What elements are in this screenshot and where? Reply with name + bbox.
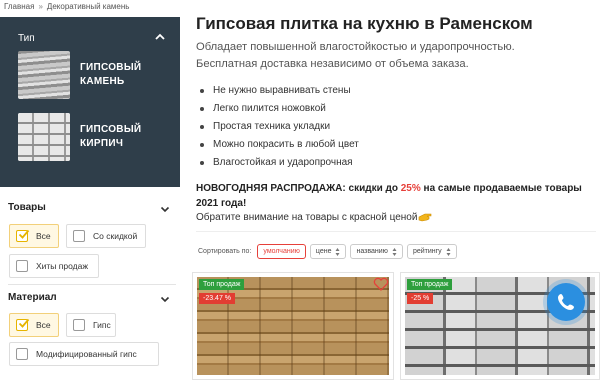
breadcrumb-current[interactable]: Декоративный камень: [47, 2, 130, 11]
top-sales-badge: Топ продаж: [407, 279, 453, 290]
filter-material-modified[interactable]: Модифицированный гипс: [9, 342, 159, 366]
bullet-icon: [200, 125, 204, 129]
sort-option-label: умолчанию: [263, 248, 300, 255]
promo-percent: 25%: [400, 183, 421, 194]
sort-option-label: рейтингу: [412, 248, 442, 255]
feature-text: Простая техника укладки: [213, 121, 331, 132]
product-image[interactable]: [197, 277, 389, 375]
bullet-icon: [200, 107, 204, 111]
checkbox[interactable]: [16, 260, 28, 272]
type-label-line: камень: [80, 76, 125, 87]
top-sales-badge: Топ продаж: [199, 279, 245, 290]
type-item-label: гипсовый кирпич: [80, 123, 141, 151]
sort-arrows-icon: [392, 247, 397, 256]
feature-text: Легко пилится ножовкой: [213, 103, 326, 114]
feature-item: Можно покрасить в любой цвет: [200, 136, 359, 154]
sort-rating-button[interactable]: рейтингу: [406, 244, 457, 259]
sort-name-button[interactable]: названию: [350, 244, 403, 259]
sort-label: Сортировать по:: [198, 248, 252, 255]
sort-option-label: названию: [356, 248, 388, 255]
type-label-line: гипсовый: [80, 124, 142, 135]
type-panel-title: Тип: [18, 33, 35, 44]
feature-item: Простая техника укладки: [200, 118, 359, 136]
filter-divider: [8, 284, 176, 285]
filter-option-label: Все: [36, 231, 51, 241]
filter-goods-title: Товары: [8, 202, 46, 213]
bullet-icon: [200, 89, 204, 93]
chevron-down-icon[interactable]: [160, 204, 170, 214]
type-label-line: кирпич: [80, 138, 124, 149]
type-label-line: гипсовый: [80, 62, 142, 73]
divider: [196, 231, 596, 232]
chevron-down-icon[interactable]: [160, 294, 170, 304]
chevron-up-icon[interactable]: [154, 31, 166, 43]
breadcrumb: Главная » Декоративный камень: [4, 2, 129, 11]
heart-icon[interactable]: [373, 277, 389, 291]
filter-option-label: Гипс: [93, 320, 111, 330]
promo-text: НОВОГОДНЯЯ РАСПРОДАЖА: скидки до: [196, 183, 401, 194]
filter-goods-hits[interactable]: Хиты продаж: [9, 254, 99, 278]
filter-option-label: Все: [36, 320, 51, 330]
checkmark-icon: [18, 318, 30, 328]
filter-material-gypsum[interactable]: Гипс: [66, 313, 116, 337]
feature-list: Не нужно выравнивать стены Легко пилится…: [200, 82, 359, 172]
checkbox[interactable]: [73, 230, 85, 242]
checkbox[interactable]: [16, 229, 30, 242]
promo-note: Обратите внимание на товары с красной це…: [196, 211, 432, 223]
stone-thumbnail: [18, 51, 70, 99]
phone-icon: [558, 294, 574, 310]
filter-option-label: Хиты продаж: [36, 261, 89, 271]
sort-arrows-icon: [446, 247, 451, 256]
checkbox[interactable]: [73, 319, 85, 331]
call-button[interactable]: [547, 283, 585, 321]
promo-note-text: Обратите внимание на товары с красной це…: [196, 211, 418, 223]
promo-banner: НОВОГОДНЯЯ РАСПРОДАЖА: скидки до 25% на …: [196, 181, 596, 211]
sort-default-button[interactable]: умолчанию: [257, 244, 306, 259]
discount-badge: -25 %: [407, 293, 434, 304]
product-card[interactable]: Топ продаж -23.47 %: [192, 272, 394, 380]
sort-arrows-icon: [335, 247, 340, 256]
filter-goods-discount[interactable]: Со скидкой: [66, 224, 146, 248]
feature-item: Не нужно выравнивать стены: [200, 82, 359, 100]
discount-badge: -23.47 %: [199, 293, 236, 304]
type-item-label: гипсовый камень: [80, 61, 141, 89]
feature-item: Легко пилится ножовкой: [200, 100, 359, 118]
breadcrumb-separator: »: [38, 2, 43, 11]
page-subtitle-line: Обладает повышенной влагостойкостью и уд…: [196, 41, 515, 53]
checkmark-icon: [18, 229, 30, 239]
sort-option-label: цене: [315, 248, 332, 255]
bullet-icon: [200, 161, 204, 165]
feature-text: Влагостойкая и ударопрочная: [213, 157, 353, 168]
page-subtitle-line: Бесплатная доставка независимо от объема…: [196, 58, 469, 70]
filter-material-all[interactable]: Все: [9, 313, 59, 337]
feature-item: Влагостойкая и ударопрочная: [200, 154, 359, 172]
bullet-icon: [200, 143, 204, 147]
filter-option-label: Со скидкой: [93, 231, 138, 241]
filter-option-label: Модифицированный гипс: [36, 349, 137, 359]
filter-material-title: Материал: [8, 292, 57, 303]
sort-bar: Сортировать по: умолчанию цене названию …: [198, 244, 457, 259]
checkbox[interactable]: [16, 348, 28, 360]
page-title: Гипсовая плитка на кухню в Раменском: [196, 14, 533, 33]
checkbox[interactable]: [16, 318, 30, 331]
filter-goods-all[interactable]: Все: [9, 224, 59, 248]
type-panel: Тип гипсовый камень гипсовый кирпич: [0, 17, 180, 187]
brick-thumbnail: [18, 113, 70, 161]
sort-price-button[interactable]: цене: [309, 244, 347, 259]
feature-text: Можно покрасить в любой цвет: [213, 139, 359, 150]
type-item-brick[interactable]: гипсовый кирпич: [18, 113, 168, 161]
feature-text: Не нужно выравнивать стены: [213, 85, 351, 96]
breadcrumb-home[interactable]: Главная: [4, 2, 34, 11]
pointing-hand-icon: [419, 213, 432, 222]
type-item-stone[interactable]: гипсовый камень: [18, 51, 168, 99]
